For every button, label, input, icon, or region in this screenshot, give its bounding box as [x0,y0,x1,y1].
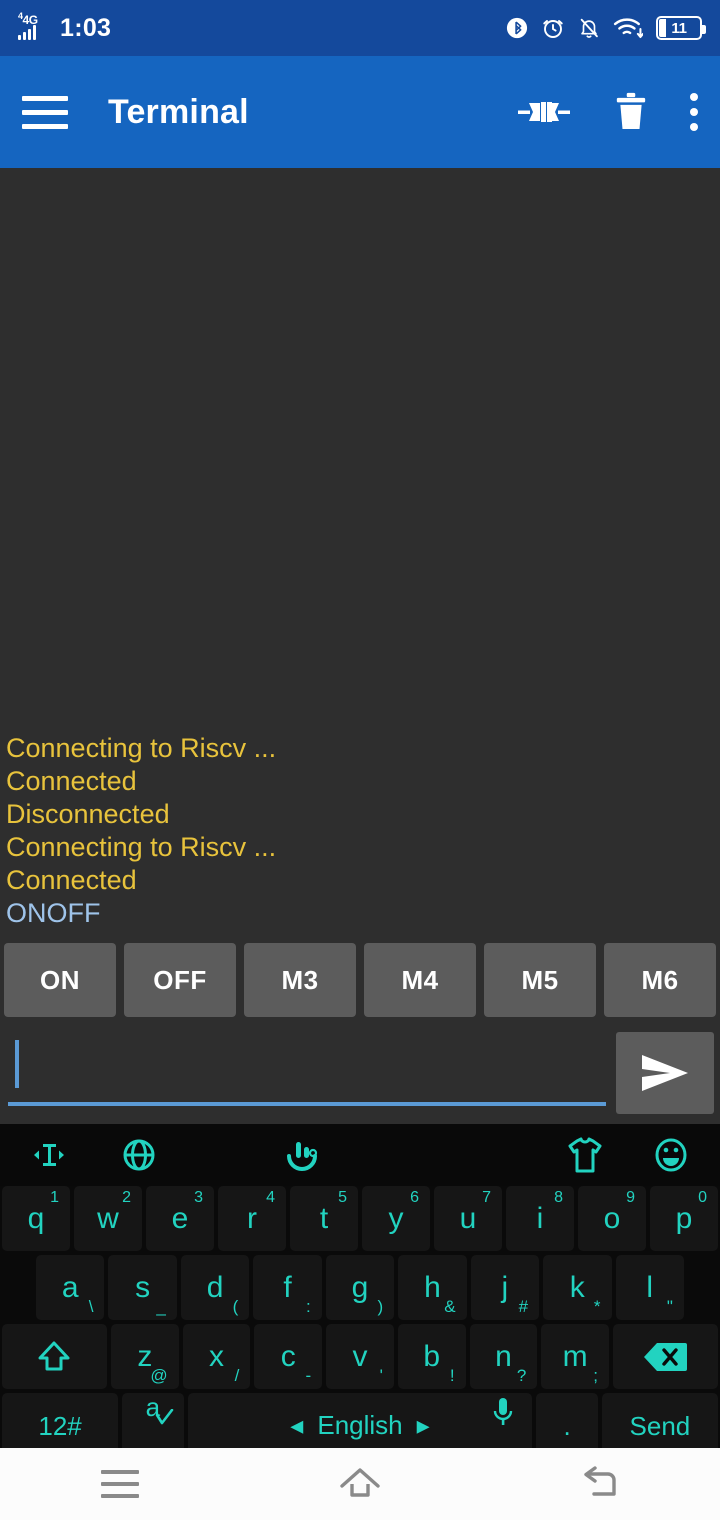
send-icon [642,1055,688,1091]
home-icon[interactable] [300,1454,420,1514]
key-r[interactable]: 4r [218,1186,286,1251]
check-icon [155,1409,174,1425]
key-m[interactable]: m; [541,1324,609,1389]
key-y[interactable]: 6y [362,1186,430,1251]
overflow-menu-icon[interactable] [690,93,698,131]
status-bar-left: 44G 1:03 [18,12,112,43]
text-caret [15,1040,19,1088]
terminal-output[interactable]: Connecting to Riscv ... Connected Discon… [0,168,720,936]
signal-bars-icon: 44G [18,12,52,42]
space-next-arrow[interactable]: ▸ [417,1410,430,1441]
status-bar-right: 11 [506,15,706,41]
macro-button-row: ON OFF M3 M4 M5 M6 [0,936,720,1024]
key-l[interactable]: l " [615,1255,684,1320]
key-v[interactable]: v ' [326,1324,394,1389]
virtual-keyboard: 1q 2w 3e 4r 5t 6y 7u 8i 9o 0p a \ s _ d( f… [0,1124,720,1458]
key-k[interactable]: k * [543,1255,612,1320]
theme-shirt-icon[interactable] [562,1133,608,1177]
app-bar-actions [516,91,698,133]
space-language-label: English [317,1410,403,1440]
key-g[interactable]: g) [325,1255,395,1320]
text-cursor-icon[interactable] [26,1136,72,1174]
terminal-line: Disconnected [6,799,170,829]
terminal-line: ONOFF [6,898,101,928]
command-input-wrapper [8,1032,606,1114]
key-u[interactable]: 7u [434,1186,502,1251]
status-bar-clock: 1:03 [60,13,112,42]
app-root: 44G 1:03 11 Terminal Connecting to Riscv… [0,0,720,1520]
terminal-line: Connecting to Riscv ... [6,832,277,862]
connect-icon[interactable] [516,92,572,132]
touchpal-logo-icon[interactable] [279,1132,325,1178]
battery-icon: 11 [656,16,706,40]
command-input-row [0,1024,720,1124]
key-p[interactable]: 0p [650,1186,718,1251]
keyboard-toolbar [0,1124,720,1186]
key-s[interactable]: s _ [108,1255,177,1320]
shift-icon [33,1336,75,1378]
terminal-line: Connected [6,766,137,796]
terminal-line: Connecting to Riscv ... [6,733,277,763]
key-i[interactable]: 8i [506,1186,574,1251]
page-title: Terminal [108,92,249,131]
bluetooth-icon [506,17,528,39]
key-q[interactable]: 1q [2,1186,70,1251]
key-t[interactable]: 5t [290,1186,358,1251]
key-a[interactable]: a \ [36,1255,105,1320]
key-c[interactable]: c- [254,1324,323,1389]
space-prev-arrow[interactable]: ◂ [290,1410,303,1441]
backspace-icon [641,1339,689,1375]
key-z[interactable]: z @ [110,1324,179,1389]
key-d[interactable]: d( [180,1255,250,1320]
key-f[interactable]: f: [253,1255,322,1320]
command-input[interactable] [8,1032,606,1106]
key-o[interactable]: 9o [578,1186,646,1251]
key-e[interactable]: 3e [146,1186,214,1251]
keyboard-row-2: a \ s _ d( f: g) h & j # k * l " [0,1255,720,1320]
key-w[interactable]: 2w [74,1186,142,1251]
app-bar: Terminal [0,56,720,168]
key-j[interactable]: j # [470,1255,540,1320]
key-x[interactable]: x / [182,1324,251,1389]
status-bar: 44G 1:03 11 [0,0,720,56]
macro-button-3[interactable]: M3 [244,943,356,1017]
macro-button-2[interactable]: OFF [124,943,236,1017]
key-b[interactable]: b! [397,1324,466,1389]
macro-button-5[interactable]: M5 [484,943,596,1017]
backspace-key[interactable] [613,1324,718,1389]
shift-key[interactable] [2,1324,107,1389]
delete-icon[interactable] [614,91,648,133]
wifi-icon [613,18,643,39]
battery-level: 11 [671,19,687,37]
keyboard-row-1: 1q 2w 3e 4r 5t 6y 7u 8i 9o 0p [0,1186,720,1251]
send-button[interactable] [616,1032,714,1114]
hamburger-menu-icon[interactable] [22,92,68,132]
terminal-line: Connected [6,865,137,895]
macro-button-6[interactable]: M6 [604,943,716,1017]
globe-icon[interactable] [118,1134,160,1176]
macro-button-1[interactable]: ON [4,943,116,1017]
system-nav-bar [0,1448,720,1520]
macro-button-4[interactable]: M4 [364,943,476,1017]
emoji-icon[interactable] [648,1132,694,1178]
recents-icon[interactable] [60,1454,180,1514]
keyboard-row-3: z @ x / c- v ' b! n? m; [0,1324,720,1389]
key-h[interactable]: h & [398,1255,467,1320]
key-n[interactable]: n? [469,1324,538,1389]
notifications-off-icon [580,18,598,38]
microphone-icon[interactable] [490,1397,516,1434]
alarm-icon [543,20,563,38]
back-icon[interactable] [540,1454,660,1514]
